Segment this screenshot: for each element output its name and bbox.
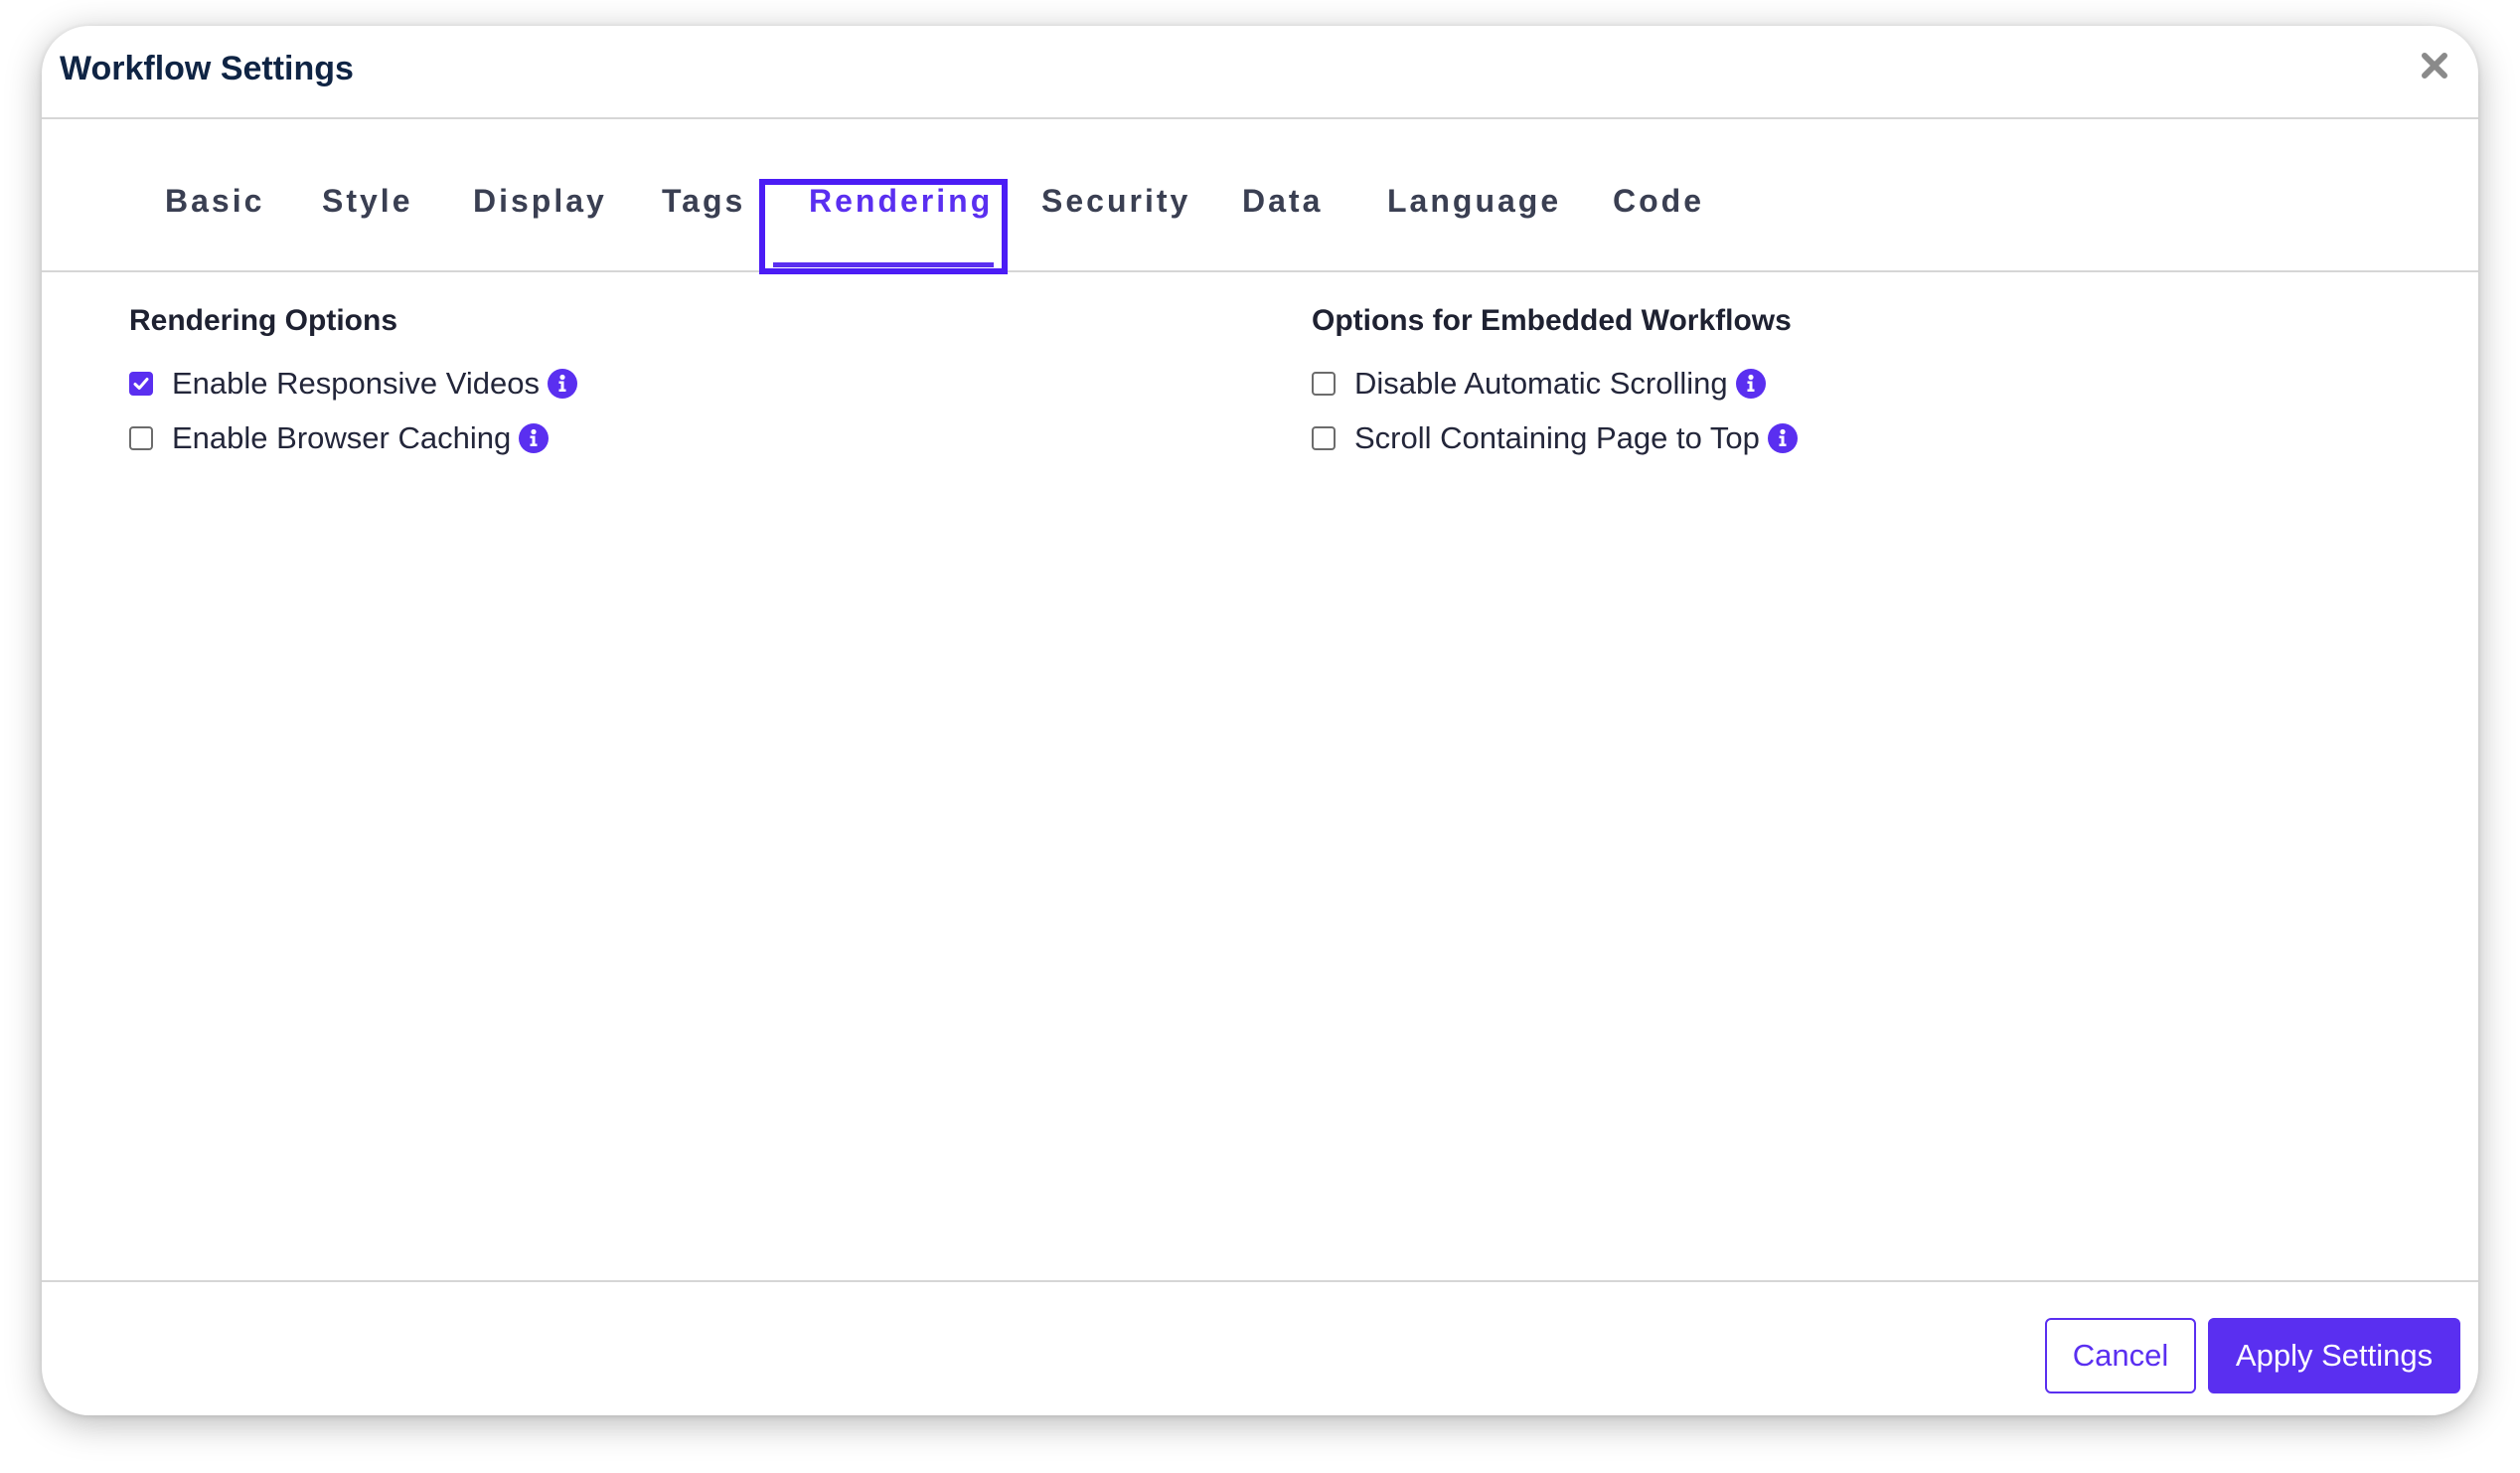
enable-responsive-videos-checkbox[interactable] (129, 372, 153, 396)
enable-browser-caching-label: Enable Browser Caching (172, 420, 512, 455)
info-icon[interactable] (1735, 369, 1766, 399)
tab-rendering[interactable]: Rendering (809, 181, 993, 221)
info-icon[interactable] (1767, 423, 1798, 453)
close-button[interactable] (2407, 38, 2462, 93)
checkmark-icon (133, 378, 149, 390)
tab-data[interactable]: Data (1242, 181, 1323, 221)
embedded-workflows-heading: Options for Embedded Workflows (1312, 304, 1792, 337)
workflow-settings-dialog: Workflow Settings Basic Style Display Ta… (42, 26, 2478, 1415)
tab-code[interactable]: Code (1613, 181, 1704, 221)
apply-settings-button[interactable]: Apply Settings (2208, 1318, 2460, 1393)
tab-language[interactable]: Language (1387, 181, 1561, 221)
option-enable-browser-caching: Enable Browser Caching (129, 418, 550, 458)
tab-security[interactable]: Security (1041, 181, 1190, 221)
scroll-containing-page-to-top-label: Scroll Containing Page to Top (1354, 420, 1760, 455)
rendering-options-heading: Rendering Options (129, 304, 397, 337)
close-icon (2422, 53, 2447, 79)
option-enable-responsive-videos: Enable Responsive Videos (129, 364, 577, 404)
tab-style[interactable]: Style (322, 181, 412, 221)
settings-tabs: Basic Style Display Tags Rendering Secur… (42, 119, 2478, 274)
tab-tags[interactable]: Tags (662, 181, 745, 221)
tab-basic[interactable]: Basic (165, 181, 264, 221)
option-disable-automatic-scrolling: Disable Automatic Scrolling (1312, 364, 1766, 404)
enable-browser-caching-checkbox[interactable] (129, 426, 153, 450)
dialog-title: Workflow Settings (60, 50, 354, 87)
disable-automatic-scrolling-checkbox[interactable] (1312, 372, 1336, 396)
scroll-containing-page-to-top-checkbox[interactable] (1312, 426, 1336, 450)
dialog-header: Workflow Settings (42, 26, 2478, 119)
cancel-button[interactable]: Cancel (2045, 1318, 2196, 1393)
option-scroll-containing-page-to-top: Scroll Containing Page to Top (1312, 418, 1798, 458)
info-icon[interactable] (519, 423, 550, 453)
enable-responsive-videos-label: Enable Responsive Videos (172, 366, 540, 401)
disable-automatic-scrolling-label: Disable Automatic Scrolling (1354, 366, 1728, 401)
active-tab-indicator (773, 262, 994, 267)
footer-divider (42, 1280, 2478, 1282)
tab-display[interactable]: Display (473, 181, 607, 221)
info-icon[interactable] (547, 369, 577, 399)
